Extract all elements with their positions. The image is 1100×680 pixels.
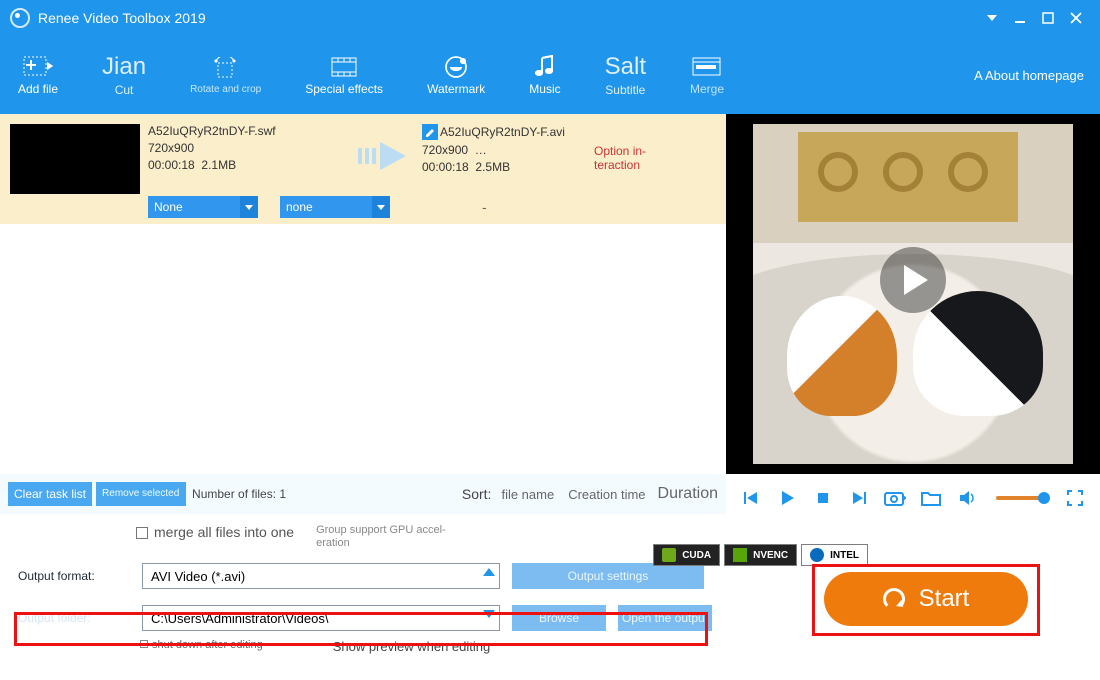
dest-filename: A52IuQRyR2tnDY-F.avi (422, 124, 572, 140)
subtitle-label: Subtitle (605, 83, 645, 97)
app-logo-icon (10, 8, 30, 28)
task-list: A52IuQRyR2tnDY-F.swf 720x900 00:00:18 2.… (0, 114, 726, 474)
dest-dur-size: 00:00:18 2.5MB (422, 160, 572, 174)
prev-button[interactable] (740, 487, 762, 509)
file-count-label: Number of files: 1 (192, 487, 286, 501)
start-button[interactable]: Start (824, 572, 1028, 626)
bottom-panel: merge all files into one Group support G… (0, 514, 1100, 680)
gpu-chips: CUDA NVENC INTEL (653, 544, 868, 566)
snapshot-button[interactable] (884, 487, 906, 509)
options-dropdown-icon[interactable] (978, 4, 1006, 32)
volume-icon[interactable] (956, 487, 978, 509)
option-interaction-link[interactable]: Option in­teraction (594, 144, 654, 220)
dest-resolution: 720x900 (422, 143, 468, 157)
shutdown-checkbox[interactable]: shut down after editing (140, 639, 263, 654)
merge-checkbox[interactable]: merge all files into one (136, 524, 294, 540)
play-button[interactable] (776, 487, 798, 509)
open-folder-icon[interactable] (920, 487, 942, 509)
add-file-icon (23, 54, 53, 80)
convert-arrow-icon (356, 138, 410, 174)
preset-dropdown-2[interactable]: none (280, 196, 390, 218)
source-thumbnail (10, 124, 140, 194)
watermark-button[interactable]: Watermark (427, 54, 485, 96)
show-preview-label: Show preview when editing (333, 639, 491, 654)
browse-button[interactable]: Browse (512, 605, 606, 631)
output-format-combo[interactable]: AVI Video (*.avi) (142, 563, 500, 589)
output-settings-button[interactable]: Output settings (512, 563, 704, 589)
music-label: Music (529, 82, 560, 96)
rotate-crop-icon (211, 56, 241, 82)
dest-more: … (475, 143, 487, 157)
watermark-label: Watermark (427, 82, 485, 96)
effects-button[interactable]: Special effects (305, 54, 383, 96)
source-dur-size: 00:00:18 2.1MB (148, 158, 344, 172)
remove-selected-button[interactable]: Remove select­ed (96, 482, 186, 506)
about-link[interactable]: A About homepage (974, 68, 1084, 83)
close-button[interactable] (1062, 4, 1090, 32)
minimize-button[interactable] (1006, 4, 1034, 32)
main-toolbar: Add file Jian Cut Rotate and crop Specia… (0, 36, 1100, 114)
open-output-button[interactable]: Open the output (618, 605, 712, 631)
stop-button[interactable] (812, 487, 834, 509)
dash-label: - (482, 199, 487, 215)
subtitle-button[interactable]: Salt Subtitle (605, 53, 646, 97)
fullscreen-button[interactable] (1064, 487, 1086, 509)
output-format-label: Output format: (18, 569, 130, 583)
chevron-down-icon (240, 196, 258, 218)
source-resolution: 720x900 (148, 141, 344, 155)
clear-task-list-button[interactable]: Clear task list (8, 482, 92, 506)
preset-dropdown-1[interactable]: None (148, 196, 258, 218)
refresh-icon (883, 588, 905, 610)
preview-frame[interactable] (753, 124, 1073, 464)
effects-icon (329, 54, 359, 80)
rotate-crop-button[interactable]: Rotate and crop (190, 56, 261, 95)
merge-button[interactable]: Merge (690, 54, 724, 96)
sort-duration[interactable]: Duration (658, 485, 718, 503)
music-button[interactable]: Music (529, 54, 560, 96)
sort-label: Sort: (462, 486, 492, 502)
merge-icon (692, 54, 722, 80)
effects-label: Special effects (305, 82, 383, 96)
maximize-button[interactable] (1034, 4, 1062, 32)
add-file-label: Add file (18, 82, 58, 96)
chevron-up-icon (483, 568, 495, 576)
chevron-down-icon (372, 196, 390, 218)
window-title: Renee Video Toolbox 2019 (38, 10, 206, 26)
nvenc-chip: NVENC (724, 544, 797, 566)
cuda-chip: CUDA (653, 544, 720, 566)
output-folder-combo[interactable]: C:\Users\Administrator\Videos\ (142, 605, 500, 631)
watermark-icon (441, 54, 471, 80)
next-button[interactable] (848, 487, 870, 509)
output-folder-label: Output folder: (18, 611, 130, 625)
source-filename: A52IuQRyR2tnDY-F.swf (148, 124, 344, 138)
cut-button[interactable]: Jian Cut (102, 53, 146, 97)
sort-filename[interactable]: file name (501, 487, 554, 502)
salt-label: Salt (605, 53, 646, 81)
chevron-down-icon (483, 610, 495, 618)
add-file-button[interactable]: Add file (18, 54, 58, 96)
play-overlay-icon[interactable] (880, 247, 946, 313)
merge-label: Merge (690, 82, 724, 96)
jian-label: Jian (102, 53, 146, 81)
title-bar: Renee Video Toolbox 2019 (0, 0, 1100, 36)
sort-creation[interactable]: Creation time (568, 487, 645, 502)
cut-label: Cut (115, 83, 134, 97)
volume-slider[interactable] (996, 496, 1046, 500)
preview-pane (726, 114, 1100, 474)
file-row[interactable]: A52IuQRyR2tnDY-F.swf 720x900 00:00:18 2.… (0, 114, 726, 224)
gpu-accel-text: Group support GPU accel­eration (316, 524, 466, 549)
music-icon (530, 54, 560, 80)
intel-chip: INTEL (801, 544, 868, 566)
edit-icon[interactable] (422, 124, 438, 140)
rotate-crop-label: Rotate and crop (190, 84, 261, 95)
